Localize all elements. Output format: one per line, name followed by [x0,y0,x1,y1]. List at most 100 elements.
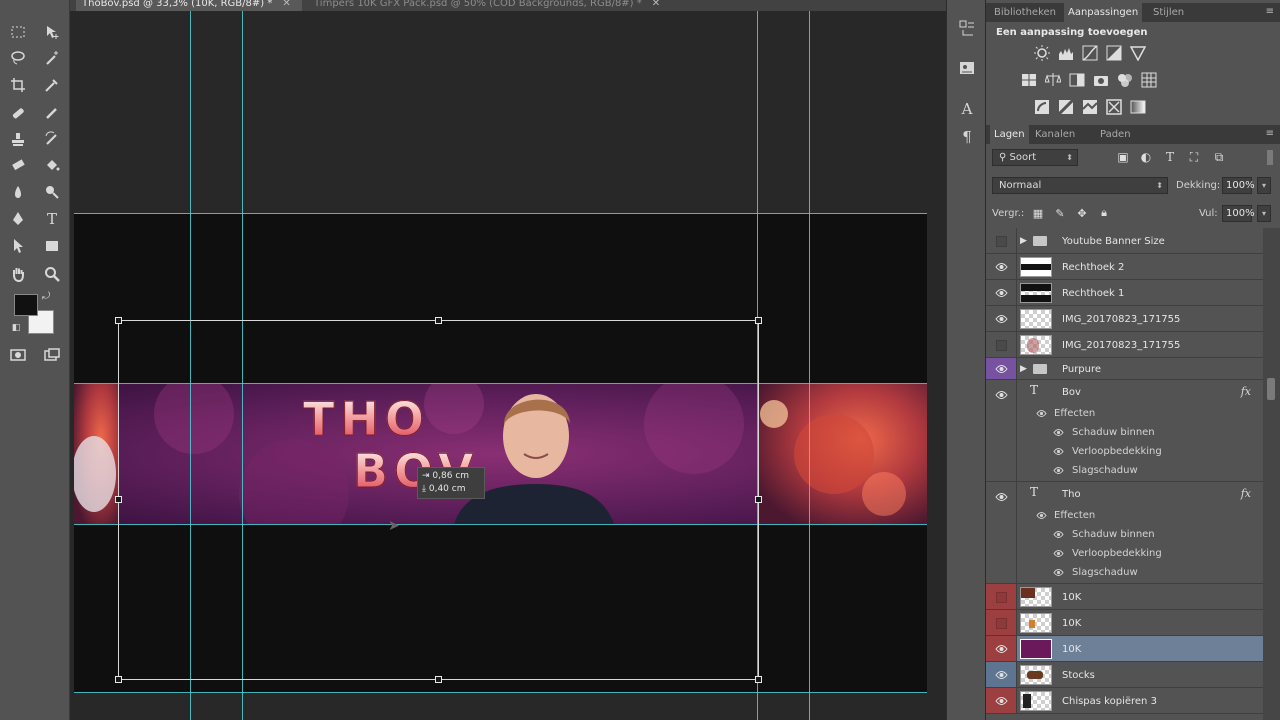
dodge-tool-icon[interactable] [40,181,64,203]
visibility-toggle[interactable] [986,610,1017,635]
tab-stijlen[interactable]: Stijlen [1149,3,1188,22]
default-colors-icon[interactable]: ◧ [10,322,22,334]
guide-horizontal[interactable] [74,692,927,693]
layer-filter-kind-select[interactable]: ⚲ Soort ⬍ [992,149,1078,166]
visibility-toggle[interactable] [986,584,1017,609]
layer-row[interactable]: IMG_20170823_171755 [986,332,1263,358]
transform-handle[interactable] [435,676,442,683]
filter-pixel-layer-icon[interactable]: ▣ [1115,149,1131,165]
fx-icon[interactable]: fx [1241,385,1251,398]
eye-icon[interactable] [1053,447,1064,456]
eye-icon[interactable] [1036,511,1047,520]
eye-icon[interactable] [1036,409,1047,418]
transform-handle[interactable] [115,317,122,324]
canvas-workspace[interactable]: THO BOV ⇥ 0,86 cm ⤓ 0,40 cm ➤ [70,11,946,720]
levels-icon[interactable] [1057,44,1075,62]
properties-panel-icon[interactable] [955,56,979,80]
lock-image-pixels-icon[interactable]: ✎ [1052,205,1068,221]
rectangle-tool-icon[interactable] [40,235,64,257]
filter-adjustment-layer-icon[interactable]: ◐ [1138,149,1154,165]
layer-row[interactable]: Chispas kopiëren 3 [986,688,1263,714]
filter-toggle-switch[interactable] [1267,150,1273,165]
eye-icon[interactable] [1053,549,1064,558]
vibrance-icon[interactable] [1129,44,1147,62]
lock-position-icon[interactable]: ✥ [1074,205,1090,221]
transform-handle[interactable] [115,676,122,683]
healing-brush-tool-icon[interactable] [6,102,30,124]
photo-filter-icon[interactable] [1092,71,1110,89]
layer-row-selected[interactable]: 10K [986,636,1263,662]
opacity-field[interactable]: 100% [1222,177,1255,194]
opacity-dropdown-icon[interactable]: ▾ [1257,177,1271,194]
panel-menu-icon[interactable]: ≡ [1266,6,1274,17]
layer-row[interactable]: ▶ Youtube Banner Size [986,228,1263,254]
crop-tool-icon[interactable] [6,74,30,96]
tab-bibliotheken[interactable]: Bibliotheken [990,3,1060,22]
brush-tool-icon[interactable] [40,102,64,124]
filter-shape-layer-icon[interactable]: ⛶ [1186,149,1202,165]
layer-row[interactable]: 10K [986,610,1263,636]
close-icon[interactable]: ✕ [652,0,660,9]
eye-icon[interactable] [1053,466,1064,475]
history-panel-icon[interactable] [955,16,979,40]
layer-row[interactable]: T Bov fx Effecten Schaduw binnen Verloop… [986,380,1263,482]
posterize-icon[interactable] [1057,98,1075,116]
brightness-icon[interactable] [1033,44,1051,62]
guide-vertical[interactable] [809,11,810,720]
close-icon[interactable]: ✕ [282,0,290,9]
transform-handle[interactable] [755,676,762,683]
lock-transparent-pixels-icon[interactable]: ▦ [1030,205,1046,221]
clone-stamp-tool-icon[interactable] [6,128,30,150]
color-balance-icon[interactable] [1044,71,1062,89]
filter-type-layer-icon[interactable]: T [1162,149,1178,165]
blur-tool-icon[interactable] [6,181,30,203]
visibility-toggle[interactable] [986,482,1017,583]
layer-row[interactable]: ▶ Purpure [986,358,1263,380]
eye-icon[interactable] [1053,530,1064,539]
chevron-right-icon[interactable]: ▶ [1020,364,1027,374]
pen-tool-icon[interactable] [6,208,30,230]
visibility-toggle[interactable] [986,228,1017,253]
visibility-toggle[interactable] [986,380,1017,481]
screen-mode-icon[interactable] [40,344,64,366]
tab-paden[interactable]: Paden [1096,125,1135,144]
chevron-right-icon[interactable]: ▶ [1020,236,1027,246]
marquee-tool-icon[interactable] [6,21,30,43]
history-brush-tool-icon[interactable] [40,128,64,150]
visibility-toggle[interactable] [986,662,1017,687]
eye-icon[interactable] [1053,568,1064,577]
layer-row[interactable]: Rechthoek 2 [986,254,1263,280]
selective-color-icon[interactable] [1105,98,1123,116]
visibility-toggle[interactable] [986,358,1017,379]
quick-mask-icon[interactable] [6,344,30,366]
layer-row[interactable]: Stocks [986,662,1263,688]
fx-icon[interactable]: fx [1241,487,1251,500]
magic-wand-tool-icon[interactable] [40,47,64,69]
move-tool-icon[interactable] [40,21,64,43]
layer-row[interactable]: Rechthoek 1 [986,280,1263,306]
blend-mode-select[interactable]: Normaal ⬍ [992,177,1168,194]
exposure-icon[interactable] [1105,44,1123,62]
transform-handle[interactable] [755,496,762,503]
visibility-toggle[interactable] [986,332,1017,357]
swap-colors-icon[interactable]: ⤾ [40,290,52,302]
character-panel-icon[interactable]: A [955,97,979,121]
type-tool-icon[interactable]: T [40,208,64,230]
invert-icon[interactable] [1033,98,1051,116]
fill-dropdown-icon[interactable]: ▾ [1257,205,1271,222]
threshold-icon[interactable] [1081,98,1099,116]
eyedropper-tool-icon[interactable] [40,74,64,96]
visibility-toggle[interactable] [986,688,1017,713]
visibility-toggle[interactable] [986,280,1017,305]
hue-saturation-icon[interactable] [1020,71,1038,89]
layers-scrollbar[interactable] [1263,228,1280,720]
transform-handle[interactable] [755,317,762,324]
filter-smart-object-icon[interactable]: ⧉ [1211,149,1227,165]
gradient-map-icon[interactable] [1129,98,1147,116]
curves-icon[interactable] [1081,44,1099,62]
paragraph-panel-icon[interactable]: ¶ [955,125,979,149]
lock-all-icon[interactable]: 🔒︎ [1096,205,1112,221]
lasso-tool-icon[interactable] [6,47,30,69]
transform-handle[interactable] [435,317,442,324]
hand-tool-icon[interactable] [6,263,30,285]
